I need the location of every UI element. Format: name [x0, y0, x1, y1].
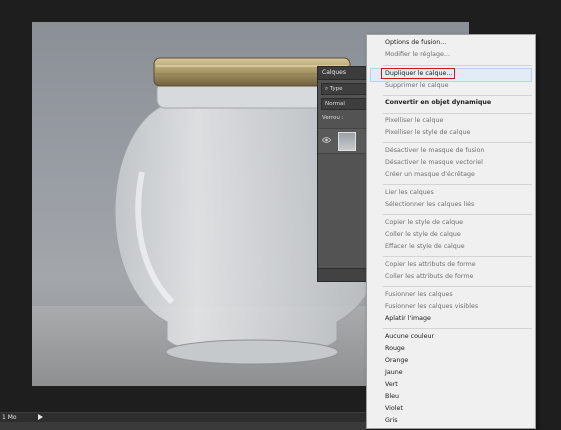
menu-item-no-color[interactable]: Aucune couleur [385, 332, 434, 342]
menu-item-rasterize-layer[interactable]: Pixelliser le calque [385, 116, 443, 126]
menu-item-color-violet[interactable]: Violet [385, 404, 403, 414]
menu-item-clear-layer-style[interactable]: Effacer le style de calque [385, 242, 465, 252]
menu-item-paste-layer-style[interactable]: Coller le style de calque [385, 230, 461, 240]
menu-item-color-red[interactable]: Rouge [385, 344, 405, 354]
menu-item-flatten-image[interactable]: Aplatir l'image [385, 314, 431, 324]
menu-item-delete-layer[interactable]: Supprimer le calque [385, 81, 448, 91]
annotation-highlight-box [381, 68, 455, 79]
menu-item-disable-vector-mask[interactable]: Désactiver le masque vectoriel [385, 158, 483, 168]
menu-item-disable-layer-mask[interactable]: Désactiver le masque de fusion [385, 146, 484, 156]
menu-separator [383, 142, 532, 143]
layer-thumbnail[interactable] [338, 132, 356, 151]
menu-item-copy-layer-style[interactable]: Copier le style de calque [385, 218, 463, 228]
menu-separator [383, 256, 532, 257]
menu-separator [383, 184, 532, 185]
menu-item-color-gray[interactable]: Gris [385, 416, 398, 426]
menu-item-color-blue[interactable]: Bleu [385, 392, 399, 402]
layer-filter-label: Type [329, 86, 343, 92]
menu-item-paste-shape-attributes[interactable]: Coller les attributs de forme [385, 272, 473, 282]
document-size-readout: 1 Mo [2, 414, 17, 421]
menu-separator [383, 65, 532, 66]
menu-separator [383, 214, 532, 215]
menu-item-select-linked-layers[interactable]: Sélectionner les calques liés [385, 200, 474, 210]
menu-item-blending-options[interactable]: Options de fusion... [385, 38, 446, 48]
menu-item-copy-shape-attributes[interactable]: Copier les attributs de forme [385, 260, 476, 270]
menu-item-color-green[interactable]: Vert [385, 380, 398, 390]
menu-item-color-yellow[interactable]: Jaune [385, 368, 403, 378]
menu-item-merge-visible[interactable]: Fusionner les calques visibles [385, 302, 478, 312]
menu-separator [383, 95, 532, 96]
menu-item-create-clipping-mask[interactable]: Créer un masque d'écrêtage [385, 170, 475, 180]
layer-context-menu[interactable]: Options de fusion... Modifier le réglage… [366, 34, 536, 429]
eye-icon[interactable] [322, 136, 331, 144]
menu-item-rasterize-layer-style[interactable]: Pixelliser le style de calque [385, 128, 470, 138]
play-arrow-icon[interactable] [38, 414, 43, 420]
menu-separator [383, 113, 532, 114]
menu-item-convert-smart-object[interactable]: Convertir en objet dynamique [385, 98, 491, 108]
status-bar: 1 Mo [0, 412, 366, 430]
menu-item-merge-layers[interactable]: Fusionner les calques [385, 290, 453, 300]
menu-item-link-layers[interactable]: Lier les calques [385, 188, 434, 198]
menu-separator [383, 286, 532, 287]
menu-separator [383, 328, 532, 329]
menu-item-color-orange[interactable]: Orange [385, 356, 408, 366]
menu-item-edit-adjustment[interactable]: Modifier le réglage... [385, 50, 450, 60]
